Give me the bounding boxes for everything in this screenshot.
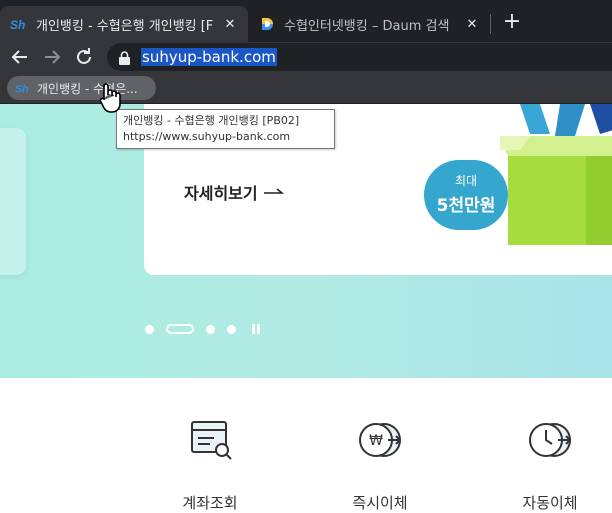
tab-title: 개인뱅킹 - 수협은행 개인뱅킹 [F: [36, 18, 214, 34]
tab-daum-search[interactable]: 수협인터넷뱅킹 – Daum 검색 ✕: [248, 6, 490, 42]
daum-favicon: [258, 16, 276, 32]
url-text[interactable]: suhyup-bank.com: [141, 48, 277, 66]
bookmarks-bar: Sh 개인뱅킹 - 수협은...: [0, 72, 612, 104]
new-tab-button[interactable]: +: [500, 10, 524, 34]
close-tab-icon[interactable]: ✕: [222, 17, 238, 32]
mouse-cursor-icon: [100, 83, 121, 113]
lock-icon[interactable]: [119, 50, 130, 69]
svg-text:Sh: Sh: [15, 83, 29, 95]
tab-divider: [490, 14, 491, 34]
service-label: 즉시이체: [352, 494, 408, 512]
back-button[interactable]: [8, 45, 32, 69]
svg-text:Sh: Sh: [10, 18, 25, 31]
bookmark-tooltip: 개인뱅킹 - 수협은행 개인뱅킹 [PB02] https://www.suhy…: [116, 109, 335, 149]
svg-text:₩: ₩: [369, 433, 383, 449]
tooltip-url: https://www.suhyup-bank.com: [123, 130, 291, 143]
gift-box-illustration: [500, 104, 612, 245]
service-instant-transfer[interactable]: ₩ 즉시이체: [330, 414, 430, 513]
quick-services: 계좌조회 ₩ 즉시이체 자동이체: [0, 378, 612, 512]
tooltip-title: 개인뱅킹 - 수협은행 개인뱅킹 [PB02]: [123, 114, 300, 127]
reload-button[interactable]: [72, 45, 96, 69]
auto-transfer-icon: [529, 423, 572, 457]
browser-toolbar: suhyup-bank.com: [0, 42, 612, 72]
forward-arrow-icon: [45, 50, 61, 64]
close-tab-icon[interactable]: ✕: [464, 17, 480, 32]
tab-suhyup-personal-banking[interactable]: Sh 개인뱅킹 - 수협은행 개인뱅킹 [F ✕: [0, 6, 248, 42]
forward-button[interactable]: [40, 45, 64, 69]
suhyup-favicon: Sh: [15, 83, 29, 95]
address-bar[interactable]: suhyup-bank.com: [107, 43, 612, 71]
bubble-amount: 5천만원: [436, 196, 496, 216]
details-link[interactable]: 자세히보기: [184, 180, 284, 204]
service-label: 자동이체: [522, 494, 578, 512]
carousel-dot[interactable]: [145, 324, 154, 334]
reload-icon: [77, 48, 91, 64]
service-label: 계좌조회: [182, 494, 238, 512]
service-auto-transfer[interactable]: 자동이체: [500, 414, 600, 513]
tab-title: 수협인터넷뱅킹 – Daum 검색: [284, 18, 450, 34]
carousel-dot[interactable]: [206, 324, 215, 334]
back-arrow-icon: [11, 50, 27, 64]
carousel-dot-active[interactable]: [166, 324, 194, 334]
bookmark-suhyup[interactable]: Sh 개인뱅킹 - 수협은...: [7, 76, 156, 100]
tab-strip: Sh 개인뱅킹 - 수협은행 개인뱅킹 [F ✕ 수협인터넷뱅킹 – Daum …: [0, 0, 612, 42]
suhyup-favicon: Sh: [10, 16, 28, 32]
instant-transfer-icon: ₩: [359, 423, 402, 457]
carousel-indicators: [145, 323, 260, 335]
bubble-caption: 최대: [454, 174, 478, 188]
details-link-label: 자세히보기: [184, 184, 258, 203]
pause-icon[interactable]: [252, 324, 260, 334]
service-account-inquiry[interactable]: 계좌조회: [160, 414, 260, 513]
account-inquiry-icon: [191, 421, 232, 460]
page-content: 자세히보기 최대 5천만원 계좌조회 ₩ 즉시이체 자동이체: [0, 104, 612, 512]
carousel-dot[interactable]: [227, 324, 236, 334]
max-amount-bubble: 최대 5천만원: [424, 160, 508, 230]
previous-slide-card[interactable]: [0, 128, 26, 275]
arrow-right-icon: [263, 188, 284, 194]
